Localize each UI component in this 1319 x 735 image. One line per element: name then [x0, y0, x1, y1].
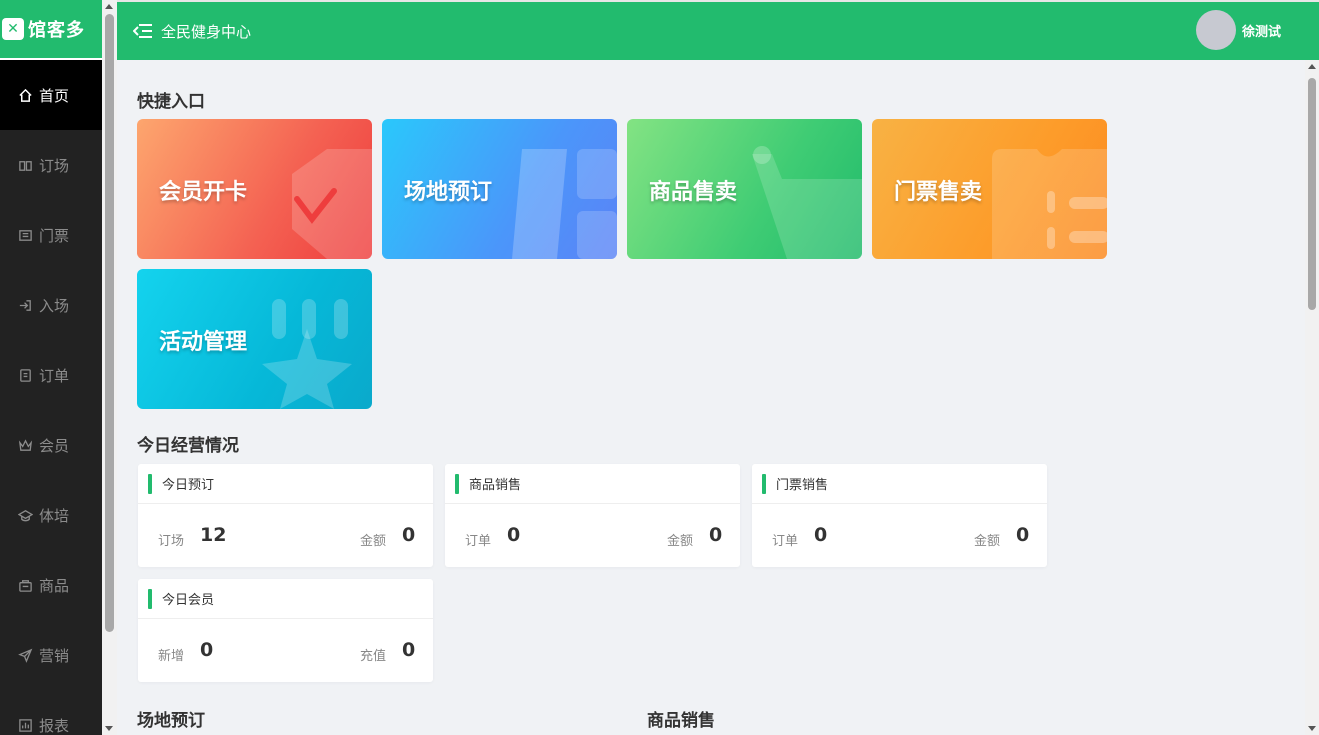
sidebar-item-order[interactable]: 订单: [0, 340, 102, 410]
sidebar-item-training[interactable]: 体培: [0, 480, 102, 550]
sidebar-item-member[interactable]: 会员: [0, 410, 102, 480]
stat-label: 订单: [772, 534, 799, 549]
accent-bar: [455, 473, 459, 494]
quick-member-card[interactable]: 会员开卡: [137, 119, 372, 259]
sidebar-scrollbar[interactable]: [102, 0, 117, 735]
sidebar-item-label: 订场: [39, 156, 70, 175]
scroll-up-icon[interactable]: [105, 4, 113, 9]
card-today-booking: 今日预订 订场 12 金额 0: [138, 464, 433, 567]
menu-fold-icon[interactable]: [133, 22, 153, 40]
stat-label: 新增: [158, 649, 185, 664]
sidebar-item-entry[interactable]: 入场: [0, 270, 102, 340]
goods-sales-title: 商品销售: [647, 711, 715, 731]
stat-label: 金额: [974, 534, 1001, 549]
sidebar-item-label: 首页: [39, 86, 70, 105]
main-scrollbar[interactable]: [1305, 60, 1319, 735]
stat-value: 0: [814, 524, 828, 546]
sidebar-item-ticket[interactable]: 门票: [0, 200, 102, 270]
stat-label: 订单: [465, 534, 492, 549]
user-menu[interactable]: 徐测试: [1195, 10, 1281, 50]
scroll-down-icon[interactable]: [105, 726, 113, 731]
stat-label: 订场: [158, 534, 185, 549]
avatar[interactable]: [1195, 10, 1236, 50]
home-icon: [17, 87, 33, 103]
send-icon: [17, 647, 33, 663]
quick-entry-title: 快捷入口: [137, 92, 205, 112]
stat-value: 0: [709, 524, 723, 546]
quick-venue-booking[interactable]: 场地预订: [382, 119, 617, 259]
sidebar-item-label: 报表: [39, 716, 70, 735]
card-title: 今日预订: [162, 478, 215, 493]
quick-label: 活动管理: [159, 330, 248, 355]
sidebar-item-label: 入场: [39, 296, 70, 315]
card-title: 门票销售: [776, 478, 829, 493]
accent-bar: [148, 588, 152, 609]
card-goods-sales: 商品销售 订单 0 金额 0: [445, 464, 740, 567]
bag-icon: [17, 577, 33, 593]
logo[interactable]: ✕ 馆客多: [0, 0, 102, 60]
sidebar-item-label: 会员: [39, 436, 70, 455]
sidebar-item-label: 营销: [39, 646, 70, 665]
stat-value: 0: [402, 639, 416, 661]
order-icon: [17, 367, 33, 383]
entry-icon: [17, 297, 33, 313]
quick-goods-sale[interactable]: 商品售卖: [627, 119, 862, 259]
ticket-icon: [17, 227, 33, 243]
building-icon: [512, 149, 617, 259]
tag-icon: [292, 149, 372, 259]
sidebar-item-report[interactable]: 报表: [0, 690, 102, 735]
star-calendar-icon: [262, 299, 352, 409]
sidebar-item-label: 商品: [39, 576, 70, 595]
stat-value: 0: [402, 524, 416, 546]
scroll-up-icon[interactable]: [1308, 64, 1316, 69]
venue-name[interactable]: 全民健身中心: [161, 21, 251, 42]
stat-value: 0: [507, 524, 521, 546]
accent-bar: [148, 473, 152, 494]
card-title: 今日会员: [162, 593, 215, 608]
card-ticket-sales: 门票销售 订单 0 金额 0: [752, 464, 1047, 567]
quick-label: 门票售卖: [894, 180, 983, 205]
card-today-members: 今日会员 新增 0 充值 0: [138, 579, 433, 682]
logo-text: 馆客多: [28, 20, 85, 41]
stat-value: 0: [200, 639, 214, 661]
top-header: 全民健身中心 徐测试: [117, 0, 1319, 60]
logo-mark: ✕: [2, 18, 24, 40]
today-title: 今日经营情况: [137, 436, 239, 456]
stat-value: 12: [200, 524, 227, 546]
main-content: 快捷入口 会员开卡 场地预订 商品售卖 门票售卖 活动管理 今日经营情况 今日预…: [117, 60, 1305, 735]
card-title: 商品销售: [469, 478, 522, 493]
crown-icon: [17, 437, 33, 453]
stat-label: 金额: [667, 534, 694, 549]
stat-label: 充值: [360, 649, 387, 664]
stat-label: 金额: [360, 534, 387, 549]
scrollbar-thumb[interactable]: [105, 14, 114, 632]
quick-activity-manage[interactable]: 活动管理: [137, 269, 372, 409]
sidebar: ✕ 馆客多 首页 订场 门票 入场 订单 会员 体培 商品 营销 报表: [0, 0, 102, 735]
sidebar-item-label: 体培: [39, 506, 70, 525]
sidebar-item-goods[interactable]: 商品: [0, 550, 102, 620]
quick-ticket-sale[interactable]: 门票售卖: [872, 119, 1107, 259]
sidebar-item-label: 订单: [39, 366, 70, 385]
venue-icon: [17, 157, 33, 173]
stat-value: 0: [1016, 524, 1030, 546]
scrollbar-thumb[interactable]: [1308, 78, 1316, 310]
quick-label: 场地预订: [404, 180, 493, 205]
cart-icon: [752, 146, 862, 259]
scroll-down-icon[interactable]: [1308, 726, 1316, 731]
ticket-bg-icon: [992, 149, 1107, 259]
venue-booking-title: 场地预订: [137, 711, 205, 731]
chart-icon: [17, 717, 33, 733]
accent-bar: [762, 473, 766, 494]
username[interactable]: 徐测试: [1242, 21, 1281, 40]
training-icon: [17, 507, 33, 523]
sidebar-item-home[interactable]: 首页: [0, 60, 102, 130]
sidebar-item-venue[interactable]: 订场: [0, 130, 102, 200]
quick-label: 会员开卡: [159, 180, 248, 205]
sidebar-item-marketing[interactable]: 营销: [0, 620, 102, 690]
quick-label: 商品售卖: [649, 180, 738, 205]
sidebar-item-label: 门票: [39, 226, 70, 245]
